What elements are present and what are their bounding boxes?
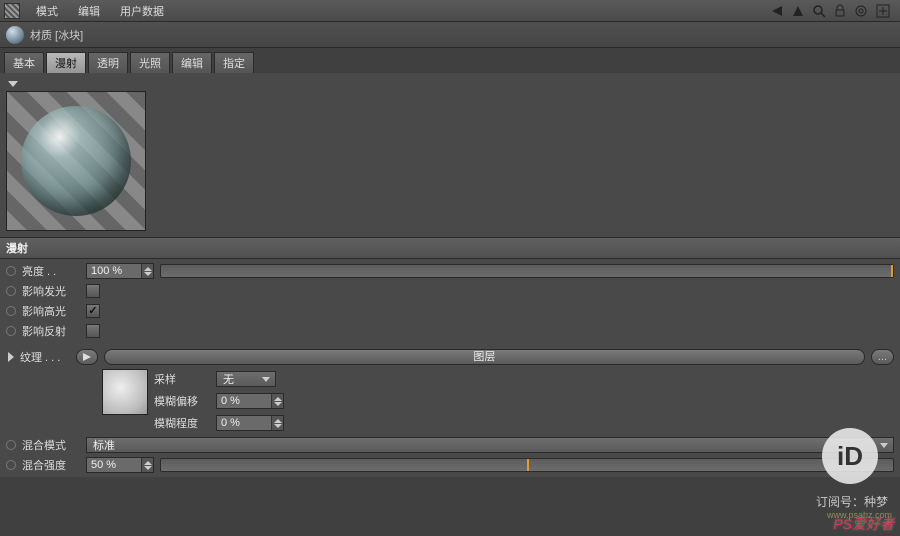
- affect-specular-checkbox[interactable]: [86, 304, 100, 318]
- sampling-label: 采样: [154, 371, 210, 387]
- blur-scale-label: 模糊程度: [154, 415, 210, 431]
- lock-icon[interactable]: [834, 4, 846, 18]
- collapse-caret-icon[interactable]: [8, 81, 18, 87]
- affect-luminance-label: 影响发光: [22, 283, 80, 299]
- brightness-label: 亮度 . .: [22, 263, 80, 279]
- spinner-arrows-icon[interactable]: [141, 458, 153, 472]
- watermark-site: PS爱好者: [833, 514, 894, 534]
- blur-offset-field[interactable]: [217, 395, 271, 407]
- watermark-badge: iD: [822, 428, 878, 484]
- title-bar: 材质 [冰块]: [0, 22, 900, 48]
- spinner-arrows-icon[interactable]: [271, 394, 283, 408]
- nav-up-icon[interactable]: [792, 5, 804, 17]
- affect-reflection-checkbox[interactable]: [86, 324, 100, 338]
- tab-illumination[interactable]: 光照: [130, 52, 170, 73]
- menu-edit[interactable]: 编辑: [68, 3, 110, 19]
- menu-userdata[interactable]: 用户数据: [110, 3, 174, 19]
- keyframe-dot[interactable]: [6, 286, 16, 296]
- menu-mode[interactable]: 模式: [26, 3, 68, 19]
- blend-strength-label: 混合强度: [22, 457, 80, 473]
- section-header-diffuse: 漫射: [0, 237, 900, 259]
- texture-browse-button[interactable]: ...: [871, 349, 894, 365]
- tab-diffuse[interactable]: 漫射: [46, 52, 86, 73]
- new-tab-icon[interactable]: [876, 4, 890, 18]
- expand-texture-icon[interactable]: [8, 352, 14, 362]
- texture-layer-button[interactable]: 图层: [104, 349, 865, 365]
- tab-assign[interactable]: 指定: [214, 52, 254, 73]
- preview-sphere-icon: [21, 106, 131, 216]
- keyframe-dot[interactable]: [6, 460, 16, 470]
- texture-thumbnail[interactable]: [102, 369, 148, 415]
- spinner-arrows-icon[interactable]: [141, 264, 153, 278]
- blend-strength-input[interactable]: [86, 457, 154, 473]
- blur-scale-field[interactable]: [217, 417, 271, 429]
- blur-scale-input[interactable]: [216, 415, 284, 431]
- keyframe-dot[interactable]: [6, 326, 16, 336]
- material-preview[interactable]: [6, 91, 146, 231]
- brightness-slider[interactable]: [160, 264, 894, 278]
- brightness-input[interactable]: [86, 263, 154, 279]
- blend-strength-slider[interactable]: [160, 458, 894, 472]
- watermark-subscribe: 订阅号：种梦: [816, 493, 888, 510]
- material-title: 材质 [冰块]: [30, 27, 83, 43]
- tab-transparency[interactable]: 透明: [88, 52, 128, 73]
- preview-area: [0, 73, 900, 237]
- sampling-dropdown[interactable]: 无: [216, 371, 276, 387]
- texture-play-button[interactable]: [76, 349, 98, 365]
- spinner-arrows-icon[interactable]: [271, 416, 283, 430]
- blend-mode-label: 混合模式: [22, 437, 80, 453]
- app-grid-icon[interactable]: [4, 3, 20, 19]
- affect-reflection-label: 影响反射: [22, 323, 80, 339]
- keyframe-dot[interactable]: [6, 266, 16, 276]
- menubar: 模式 编辑 用户数据: [0, 0, 900, 22]
- search-icon[interactable]: [812, 4, 826, 18]
- affect-luminance-checkbox[interactable]: [86, 284, 100, 298]
- tab-editor[interactable]: 编辑: [172, 52, 212, 73]
- tab-bar: 基本 漫射 透明 光照 编辑 指定: [0, 48, 900, 73]
- keyframe-dot[interactable]: [6, 440, 16, 450]
- nav-back-icon[interactable]: [770, 5, 784, 17]
- tab-basic[interactable]: 基本: [4, 52, 44, 73]
- affect-specular-label: 影响高光: [22, 303, 80, 319]
- target-icon[interactable]: [854, 4, 868, 18]
- blend-mode-dropdown[interactable]: 标准: [86, 437, 894, 453]
- brightness-field[interactable]: [87, 265, 141, 277]
- blur-offset-input[interactable]: [216, 393, 284, 409]
- texture-label: 纹理 . . .: [20, 349, 70, 365]
- keyframe-dot[interactable]: [6, 306, 16, 316]
- material-sphere-icon: [6, 26, 24, 44]
- blur-offset-label: 模糊偏移: [154, 393, 210, 409]
- blend-strength-field[interactable]: [87, 459, 141, 471]
